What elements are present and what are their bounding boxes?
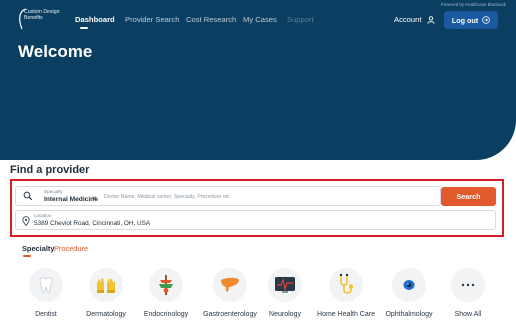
specialty-field-label: Specialty	[44, 189, 63, 194]
nav-provider-search[interactable]: Provider Search	[125, 15, 179, 24]
specialty-icon-circle	[213, 268, 247, 302]
tab-active-indicator	[23, 255, 31, 257]
location-field[interactable]: Location 5389 Cheviot Road, Cincinnati, …	[15, 210, 496, 230]
top-navigation: Custom Design Benefits Dashboard Provide…	[0, 0, 516, 34]
hero-banner: Custom Design Benefits Dashboard Provide…	[0, 0, 516, 160]
specialty-chip: Internal Medicine	[44, 196, 98, 203]
location-value: 5389 Cheviot Road, Cincinnati, OH, USA	[34, 220, 151, 227]
specialty-icon-circle	[451, 268, 485, 302]
specialty-tile-show-all[interactable]: Show All	[430, 268, 500, 325]
account-menu[interactable]: Account	[394, 15, 435, 24]
specialty-placeholder: Doctor Name, Medical center, Specialty, …	[104, 194, 230, 200]
specialty-tile-endocrinology[interactable]: Endocrinology	[128, 268, 198, 325]
powered-by-text: Powered by Healthcare Bluebook	[440, 2, 506, 7]
more-icon	[461, 283, 475, 287]
nav-dashboard[interactable]: Dashboard	[75, 15, 115, 24]
specialty-icon-circle	[268, 268, 302, 302]
search-button[interactable]: Search	[441, 187, 496, 206]
specialty-icon-circle	[149, 268, 183, 302]
stethoscope-icon	[339, 273, 354, 294]
search-icon	[23, 191, 33, 201]
nav-active-indicator	[80, 27, 88, 29]
remove-chip-icon[interactable]: ×	[92, 194, 97, 203]
specialty-tile-neurology[interactable]: Neurology	[247, 268, 317, 325]
logout-button[interactable]: Log out	[444, 11, 498, 29]
location-pin-icon	[22, 216, 30, 226]
specialty-icon-circle	[329, 268, 363, 302]
find-provider-heading: Find a provider	[10, 164, 90, 176]
page-title: Welcome	[18, 42, 93, 61]
specialty-icon-circle	[89, 268, 123, 302]
gloves-icon	[97, 278, 115, 293]
eye-icon	[403, 280, 415, 290]
ecg-monitor-icon	[275, 277, 295, 293]
account-label: Account	[394, 15, 422, 24]
provider-search-panel: Specialty Internal Medicine × Doctor Nam…	[10, 179, 504, 237]
nav-support[interactable]: Support	[287, 15, 314, 24]
logo-text: Custom Design Benefits	[24, 9, 60, 21]
user-icon	[426, 16, 435, 24]
logout-arrow-icon	[482, 16, 490, 24]
specialty-search-field[interactable]: Specialty Internal Medicine × Doctor Nam…	[15, 186, 441, 206]
tooth-icon	[39, 277, 53, 294]
liver-icon	[221, 277, 239, 292]
location-field-label: Location	[34, 213, 52, 218]
nav-my-cases[interactable]: My Cases	[243, 15, 277, 24]
tab-procedure[interactable]: Procedure	[54, 244, 88, 253]
specialty-icon-circle	[29, 268, 63, 302]
tab-specialty[interactable]: Specialty	[22, 244, 54, 253]
endocrine-icon	[159, 275, 173, 295]
specialty-tile-home-health-care[interactable]: Home Health Care	[308, 268, 378, 325]
specialty-label: Show All	[454, 311, 482, 318]
specialty-icon-circle	[392, 268, 426, 302]
company-logo[interactable]: Custom Design Benefits	[16, 7, 60, 31]
logout-label: Log out	[451, 15, 479, 25]
nav-cost-research[interactable]: Cost Research	[186, 15, 236, 24]
